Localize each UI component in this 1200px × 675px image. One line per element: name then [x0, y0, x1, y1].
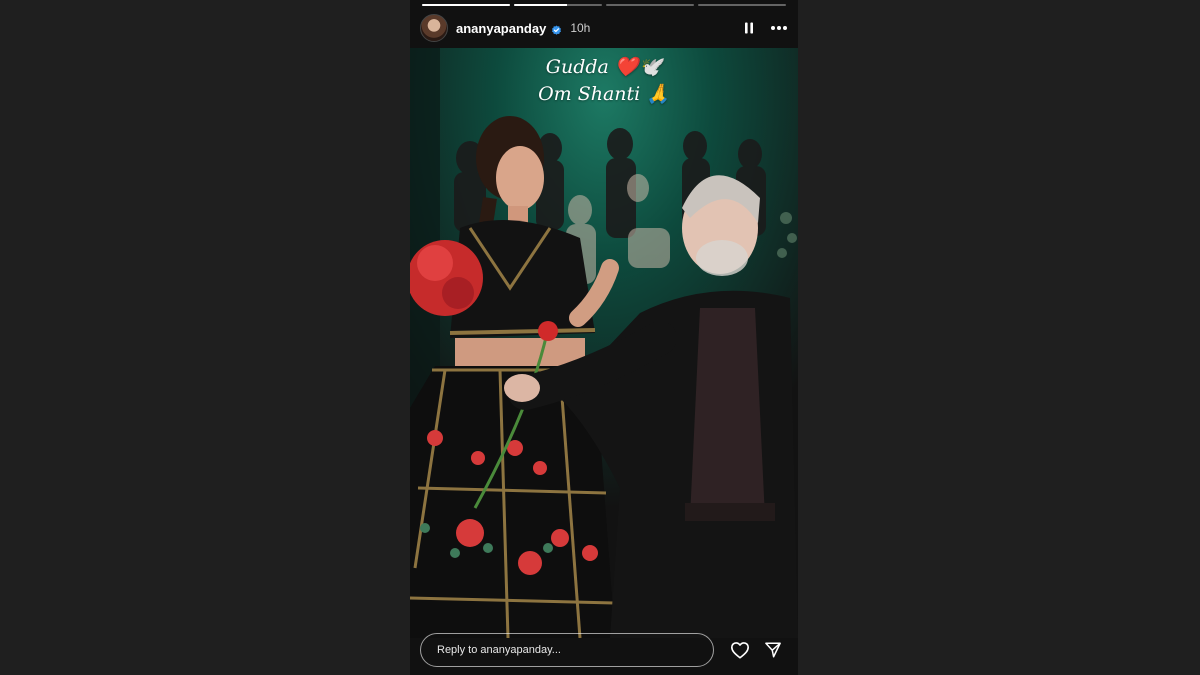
caption-line-2: Om Shanti 🙏	[538, 83, 670, 105]
verified-badge-icon	[551, 23, 562, 35]
story-photo-illustration	[410, 48, 798, 638]
story-caption: Gudda ❤️🕊️ Om Shanti 🙏	[410, 54, 798, 108]
send-icon[interactable]	[764, 641, 782, 659]
heart-icon[interactable]	[730, 641, 750, 659]
reply-bar	[420, 633, 788, 667]
story-photo[interactable]: Gudda ❤️🕊️ Om Shanti 🙏	[410, 48, 798, 638]
progress-segment	[514, 4, 602, 6]
post-time: 10h	[570, 21, 591, 35]
reply-input[interactable]	[420, 633, 714, 667]
story-progress-bar	[422, 4, 786, 6]
caption-line-1: Gudda ❤️🕊️	[545, 56, 663, 78]
story-header: ananyapanday 10h	[420, 14, 788, 42]
more-options-icon[interactable]	[770, 25, 788, 31]
progress-segment	[422, 4, 510, 6]
username[interactable]: ananyapanday	[456, 21, 546, 36]
progress-segment	[698, 4, 786, 6]
pause-icon[interactable]	[742, 21, 756, 35]
story-viewer: ananyapanday 10h Gudda ❤️🕊️ Om Shanti 🙏 …	[410, 0, 798, 675]
progress-segment	[606, 4, 694, 6]
avatar[interactable]	[420, 14, 448, 42]
